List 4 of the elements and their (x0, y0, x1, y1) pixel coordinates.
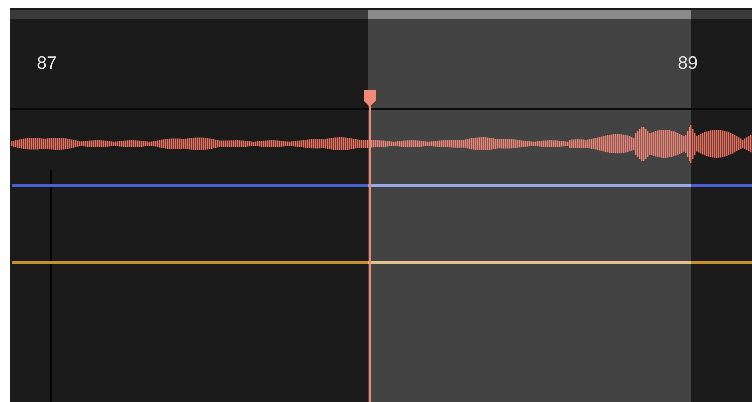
playhead[interactable] (364, 90, 376, 402)
ruler-label: 89 (678, 53, 698, 73)
scrollbar-thumb[interactable] (368, 10, 691, 19)
ruler-label: 87 (37, 53, 58, 73)
